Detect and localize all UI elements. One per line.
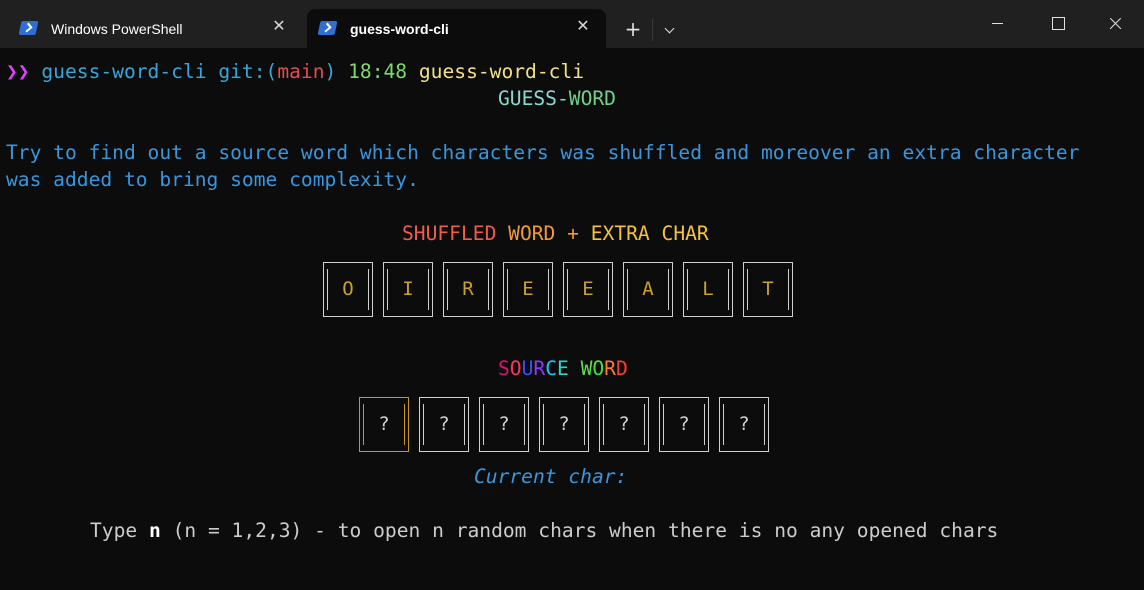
powershell-icon — [18, 21, 39, 35]
prompt-command: guess-word-cli — [418, 60, 585, 83]
shuffled-letter-box: T — [743, 262, 793, 317]
hint-suffix: (n = 1,2,3) - to open n random chars whe… — [160, 519, 999, 542]
source-word-heading: SOURCE WORD — [498, 357, 628, 381]
source-slot: ? — [599, 397, 649, 452]
shuffled-letter-box: R — [443, 262, 493, 317]
game-title-part2: WORD — [568, 87, 616, 110]
heading-char: R — [533, 357, 546, 380]
prompt-branch: main — [277, 60, 325, 83]
current-char-label: Current char: — [474, 465, 628, 488]
minimize-button[interactable] — [968, 0, 1026, 48]
prompt-arrows: ❯❯ — [6, 60, 30, 83]
shuffled-letter-box: A — [623, 262, 673, 317]
shuffled-letter-box: I — [383, 262, 433, 317]
source-slot: ? — [539, 397, 589, 452]
heading-char — [569, 357, 581, 380]
chevron-down-icon[interactable] — [658, 17, 682, 43]
hint-prefix: Type — [90, 519, 149, 542]
maximize-button[interactable] — [1027, 0, 1085, 48]
prompt-git-label: git:( — [218, 60, 278, 83]
shuffled-letter-box: O — [323, 262, 373, 317]
hint-line: Type n (n = 1,2,3) - to open n random ch… — [90, 519, 998, 543]
heading-plus: + — [567, 222, 579, 245]
heading-char: E — [556, 357, 569, 380]
terminal-area[interactable]: ❯❯ guess-word-cli git:(main) 18:48 guess… — [0, 48, 1144, 590]
source-slot-current: ? — [359, 397, 409, 452]
game-title-part1: GUESS- — [498, 87, 569, 110]
title-bar: Windows PowerShell ✕ guess-word-cli ✕ + — [0, 0, 1144, 48]
heading-extra-char: EXTRA CHAR — [590, 222, 709, 245]
shuffled-letter-box: E — [503, 262, 553, 317]
tab-windows-powershell[interactable]: Windows PowerShell ✕ — [8, 9, 302, 48]
prompt-git-close: ) — [324, 60, 337, 83]
tab-divider — [652, 19, 653, 41]
source-slot: ? — [479, 397, 529, 452]
prompt-time: 18:48 — [348, 60, 408, 83]
source-slot: ? — [659, 397, 709, 452]
intro-line-2: was added to bring some complexity. — [6, 168, 419, 191]
hint-n: n — [148, 519, 161, 542]
game-title: GUESS-WORD — [498, 87, 616, 111]
heading-char: R — [604, 357, 616, 380]
tab-label: Windows PowerShell — [51, 21, 183, 37]
prompt-line: ❯❯ guess-word-cli git:(main) 18:48 guess… — [6, 60, 584, 84]
powershell-icon — [317, 21, 338, 35]
heading-char: S — [498, 357, 510, 380]
heading-char: C — [545, 357, 557, 380]
heading-char: W — [580, 357, 593, 380]
window-close-button[interactable] — [1086, 0, 1144, 48]
tab-guess-word-cli[interactable]: guess-word-cli ✕ — [307, 9, 606, 48]
source-slot: ? — [419, 397, 469, 452]
close-icon[interactable]: ✕ — [270, 18, 288, 36]
heading-char: U — [521, 357, 534, 380]
source-slot: ? — [719, 397, 769, 452]
heading-word: WORD — [508, 222, 556, 245]
shuffled-letter-box: L — [683, 262, 733, 317]
heading-shuffled: SHUFFLED — [402, 222, 497, 245]
heading-char: O — [592, 357, 605, 380]
tab-label: guess-word-cli — [350, 21, 449, 37]
close-icon[interactable]: ✕ — [574, 18, 592, 36]
intro-line-1: Try to find out a source word which char… — [6, 141, 1080, 164]
shuffled-heading: SHUFFLED WORD + EXTRA CHAR — [402, 222, 709, 246]
heading-char: D — [615, 357, 628, 380]
new-tab-button[interactable]: + — [620, 17, 646, 43]
heading-char: O — [509, 357, 522, 380]
prompt-directory: guess-word-cli — [41, 60, 207, 83]
shuffled-letter-box: E — [563, 262, 613, 317]
